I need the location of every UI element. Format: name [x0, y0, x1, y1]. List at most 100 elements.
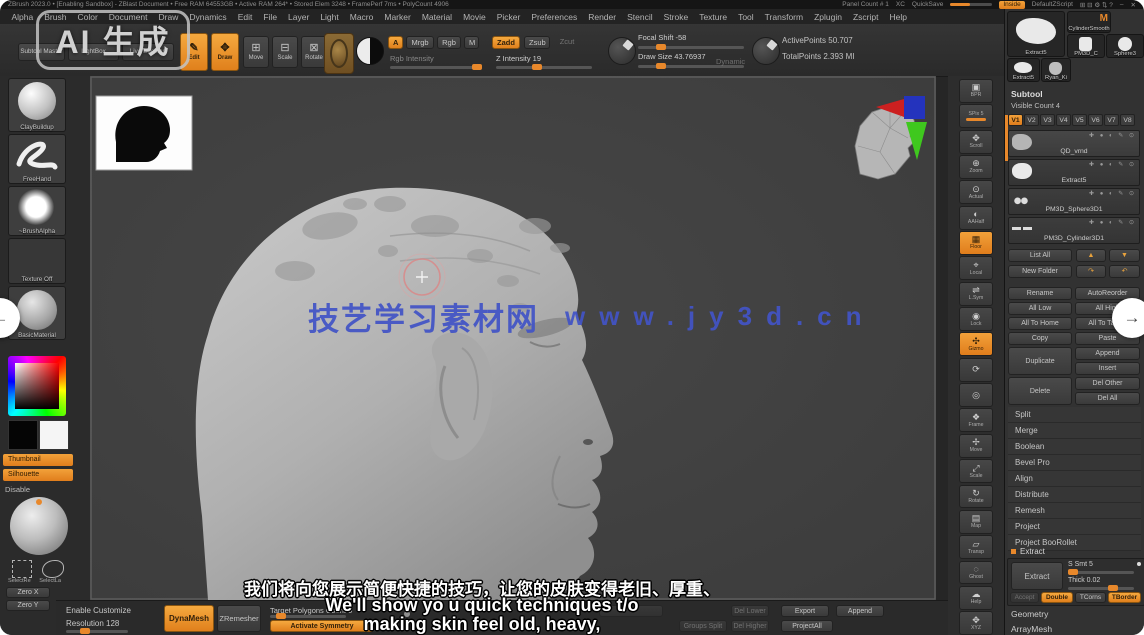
shelf-button[interactable]: ✢ Move — [959, 434, 993, 458]
subtool-tab[interactable]: V8 — [1120, 114, 1135, 126]
section-header[interactable]: Align — [1008, 471, 1141, 487]
redo-button[interactable]: ↷ — [1076, 265, 1106, 278]
copy-button[interactable]: Copy — [1008, 332, 1072, 345]
rgb-button[interactable]: Rgb — [437, 36, 461, 49]
tool-thumbnail[interactable]: Sphere3 — [1106, 34, 1144, 58]
subtool-tab[interactable]: V3 — [1040, 114, 1055, 126]
menu-item[interactable]: Texture — [694, 12, 733, 22]
current-material-button[interactable] — [356, 37, 384, 65]
draw-button[interactable]: ✥ Draw — [211, 33, 239, 71]
new-folder-button[interactable]: New Folder — [1008, 265, 1072, 278]
z-intensity-slider[interactable] — [496, 66, 592, 69]
main-color-swatch[interactable] — [8, 420, 38, 450]
all-to-home-button[interactable]: All To Home — [1008, 317, 1072, 330]
tborder-button[interactable]: TBorder — [1108, 592, 1141, 603]
section-header[interactable]: Remesh — [1008, 503, 1141, 519]
title-icons[interactable]: ⊞ ⊟ ⚙ ⇅ ? — [1080, 1, 1113, 9]
shelf-button[interactable]: ◐ AAHalf — [959, 206, 993, 230]
minimize-button[interactable]: – — [1120, 1, 1124, 8]
scale-button[interactable]: ⊟ Scale — [272, 36, 298, 68]
shelf-button[interactable]: ▣ BPR — [959, 79, 993, 103]
tcorns-button[interactable]: TCorns — [1075, 592, 1106, 603]
menu-item[interactable]: Tool — [733, 12, 760, 22]
menu-item[interactable]: Light — [315, 12, 344, 22]
alpha-picker[interactable]: ~BrushAlpha — [8, 186, 66, 236]
shelf-button[interactable]: ◎ — [959, 383, 993, 407]
menu-item[interactable]: Picker — [491, 12, 526, 22]
anchor-chip[interactable]: A — [388, 36, 403, 49]
subtool-tab[interactable]: V4 — [1056, 114, 1071, 126]
subtool-row-icons[interactable]: ✚ ● ◐ ✎ ⊙ — [1089, 219, 1136, 226]
sculpt-canvas[interactable] — [90, 76, 936, 600]
shelf-button[interactable]: ✥ Scroll — [959, 130, 993, 154]
subtool-row-icons[interactable]: ✚ ● ◐ ✎ ⊙ — [1089, 161, 1136, 168]
delete-button[interactable]: Delete — [1008, 377, 1072, 405]
current-brush-button[interactable] — [324, 33, 354, 74]
section-header[interactable]: Distribute — [1008, 487, 1141, 503]
undo-button[interactable]: ↶ — [1109, 265, 1140, 278]
section-header[interactable]: Bevel Pro — [1008, 455, 1141, 471]
menu-item[interactable]: Help — [884, 12, 912, 22]
sv-square[interactable] — [15, 363, 59, 409]
move-down-button[interactable]: ▼ — [1109, 249, 1140, 262]
subtool-tab[interactable]: V1 — [1008, 114, 1023, 126]
subtool-row[interactable]: ✚ ● ◐ ✎ ⊙ PM3D_Cylinder3D1 — [1008, 217, 1140, 244]
shelf-button[interactable]: ✣ Gizmo — [959, 332, 993, 356]
menu-item[interactable]: Material — [416, 12, 457, 22]
menu-item[interactable]: Render — [583, 12, 622, 22]
shelf-button[interactable]: ▤ Map — [959, 510, 993, 534]
menu-item[interactable]: Stencil — [622, 12, 659, 22]
focal-shift-slider[interactable] — [638, 46, 744, 49]
extract-button[interactable]: Extract — [1011, 562, 1063, 590]
menu-item[interactable]: Transform — [759, 12, 808, 22]
subtool-row[interactable]: ✚ ● ◐ ✎ ⊙ PM3D_Sphere3D1 — [1008, 188, 1140, 215]
tool-thumbnail[interactable]: Extract5 — [1007, 58, 1040, 82]
section-header[interactable]: Split — [1008, 407, 1141, 423]
subtool-row[interactable]: ✚ ● ◐ ✎ ⊙ QD_vrnd — [1008, 130, 1140, 157]
shelf-button[interactable]: ⤢ Scale — [959, 459, 993, 483]
inside-button[interactable]: Inside — [999, 1, 1024, 9]
all-low-button[interactable]: All Low — [1008, 302, 1072, 315]
nav-sphere[interactable] — [10, 497, 68, 555]
shelf-button[interactable]: ⌖ Local — [959, 256, 993, 280]
brush-picker[interactable]: ClayBuildup — [8, 78, 66, 132]
arraymesh-section[interactable]: ArrayMesh — [1011, 624, 1052, 634]
shelf-button[interactable]: ⊕ Zoom — [959, 155, 993, 179]
list-all-button[interactable]: List All — [1008, 249, 1072, 262]
mrgb-button[interactable]: Mrgb — [406, 36, 434, 49]
secondary-color-swatch[interactable] — [39, 420, 69, 450]
color-picker[interactable] — [8, 356, 66, 416]
section-header[interactable]: Project — [1008, 519, 1141, 535]
menu-item[interactable]: Preferences — [526, 12, 583, 22]
subtool-row-icons[interactable]: ✚ ● ◐ ✎ ⊙ — [1089, 132, 1136, 139]
duplicate-button[interactable]: Duplicate — [1008, 347, 1072, 375]
menu-item[interactable]: Alpha — [6, 12, 39, 22]
accept-button[interactable]: Accept — [1010, 592, 1039, 603]
stroke-picker[interactable]: FreeHand — [8, 134, 66, 184]
shelf-button[interactable]: ▦ Floor — [959, 231, 993, 255]
zcut-button[interactable]: Zcut — [554, 36, 580, 49]
tool-thumbnail[interactable]: PM3D_C — [1067, 34, 1105, 58]
move-button[interactable]: ⊞ Move — [243, 36, 269, 68]
del-other-button[interactable]: Del Other — [1075, 377, 1140, 390]
title-slider[interactable] — [950, 3, 992, 6]
shelf-button[interactable]: ✥ XYZ — [959, 611, 993, 635]
thick-slider[interactable] — [1068, 587, 1134, 590]
subtool-row[interactable]: ✚ ● ◐ ✎ ⊙ Extract5 — [1008, 159, 1140, 186]
shelf-button[interactable]: SPix 5 — [959, 104, 993, 128]
m-button[interactable]: M — [464, 36, 479, 49]
double-button[interactable]: Double — [1041, 592, 1073, 603]
zsub-button[interactable]: Zsub — [524, 36, 550, 49]
section-header[interactable]: Merge — [1008, 423, 1141, 439]
menu-item[interactable]: Marker — [379, 12, 416, 22]
geometry-section[interactable]: Geometry — [1011, 609, 1048, 619]
menu-item[interactable]: Movie — [458, 12, 492, 22]
shelf-button[interactable]: ◉ Lock — [959, 307, 993, 331]
dot-icon[interactable] — [1137, 562, 1141, 566]
next-button[interactable]: → — [1112, 298, 1144, 338]
shelf-button[interactable]: ❖ Frame — [959, 408, 993, 432]
extract-section-header[interactable]: Extract — [1011, 547, 1045, 556]
quicksave-button[interactable]: QuickSave — [912, 1, 943, 8]
shelf-button[interactable]: ◌ Ghost — [959, 561, 993, 585]
menu-item[interactable]: Dynamics — [184, 12, 232, 22]
